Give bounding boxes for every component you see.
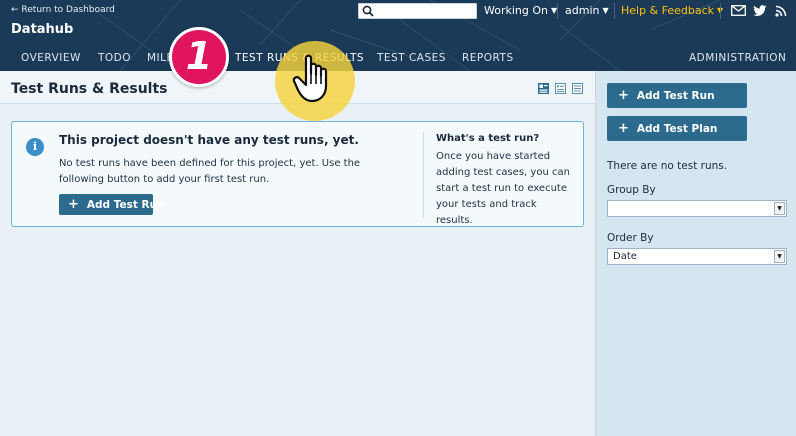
- help-feedback-menu[interactable]: Help & Feedback▼: [621, 4, 723, 17]
- group-by-select[interactable]: ▼: [607, 200, 787, 217]
- plus-icon: +: [618, 121, 629, 136]
- view-details-icon[interactable]: [538, 83, 549, 94]
- order-by-label: Order By: [607, 232, 654, 244]
- tab-test-cases[interactable]: TEST CASES: [377, 52, 446, 64]
- chevron-down-icon: ▼: [774, 250, 785, 263]
- search-input[interactable]: [358, 3, 477, 19]
- empty-state-heading: This project doesn't have any test runs,…: [59, 133, 359, 147]
- help-text: Once you have started adding test cases,…: [436, 151, 570, 226]
- tab-todo[interactable]: TODO: [98, 52, 131, 64]
- main-nav: OVERVIEW TODO MILE TEST RUNS & RESULTS T…: [0, 48, 796, 68]
- view-list-icon[interactable]: [572, 83, 583, 94]
- app-header: ← Return to Dashboard Datahub Working On…: [0, 0, 796, 71]
- mail-icon[interactable]: [731, 5, 746, 16]
- info-icon: i: [26, 138, 44, 156]
- twitter-icon[interactable]: [753, 5, 767, 17]
- step-number-badge: 1: [169, 27, 229, 87]
- order-by-select[interactable]: Date ▼: [607, 248, 787, 265]
- user-name: admin: [565, 4, 600, 17]
- user-menu[interactable]: admin ▼: [565, 4, 609, 17]
- chevron-down-icon: ▼: [774, 202, 785, 215]
- menu-divider: [720, 3, 721, 19]
- working-on-label: Working On: [484, 4, 548, 17]
- help-heading: What's a test run?: [436, 133, 540, 144]
- tab-reports[interactable]: REPORTS: [462, 52, 514, 64]
- search-icon: [362, 5, 374, 17]
- empty-state-box: i This project doesn't have any test run…: [11, 121, 584, 227]
- menu-divider: [557, 3, 558, 19]
- info-divider: [423, 132, 424, 218]
- add-test-run-label: Add Test Run: [86, 198, 165, 211]
- plus-icon: +: [618, 88, 629, 103]
- no-test-runs-text: There are no test runs.: [607, 160, 728, 172]
- sidebar-add-test-plan-label: Add Test Plan: [636, 122, 718, 135]
- chevron-down-icon: ▼: [602, 6, 609, 15]
- help-feedback-label: Help & Feedback: [621, 4, 715, 17]
- return-to-dashboard-link[interactable]: ← Return to Dashboard: [11, 5, 115, 15]
- main-content: Test Runs & Results i This project doesn…: [0, 71, 595, 436]
- group-by-label: Group By: [607, 184, 656, 196]
- hand-cursor-icon: [292, 54, 328, 103]
- sidebar-add-test-plan-button[interactable]: + Add Test Plan: [607, 116, 747, 141]
- project-name[interactable]: Datahub: [11, 22, 73, 37]
- order-by-value: Date: [613, 251, 637, 262]
- sidebar-add-test-run-button[interactable]: + Add Test Run: [607, 83, 747, 108]
- plus-icon: +: [68, 197, 79, 212]
- menu-divider: [614, 3, 615, 19]
- view-compact-icon[interactable]: [555, 83, 566, 94]
- empty-state-text: No test runs have been defined for this …: [59, 158, 361, 185]
- working-on-menu[interactable]: Working On ▼: [484, 4, 557, 17]
- sidebar-add-test-run-label: Add Test Run: [636, 89, 715, 102]
- rss-icon[interactable]: [775, 5, 787, 17]
- page-title: Test Runs & Results: [11, 81, 168, 97]
- tab-overview[interactable]: OVERVIEW: [21, 52, 81, 64]
- tab-administration[interactable]: ADMINISTRATION: [689, 52, 786, 64]
- right-sidebar: + Add Test Run + Add Test Plan There are n…: [595, 71, 796, 436]
- add-test-run-button[interactable]: + Add Test Run: [59, 194, 165, 215]
